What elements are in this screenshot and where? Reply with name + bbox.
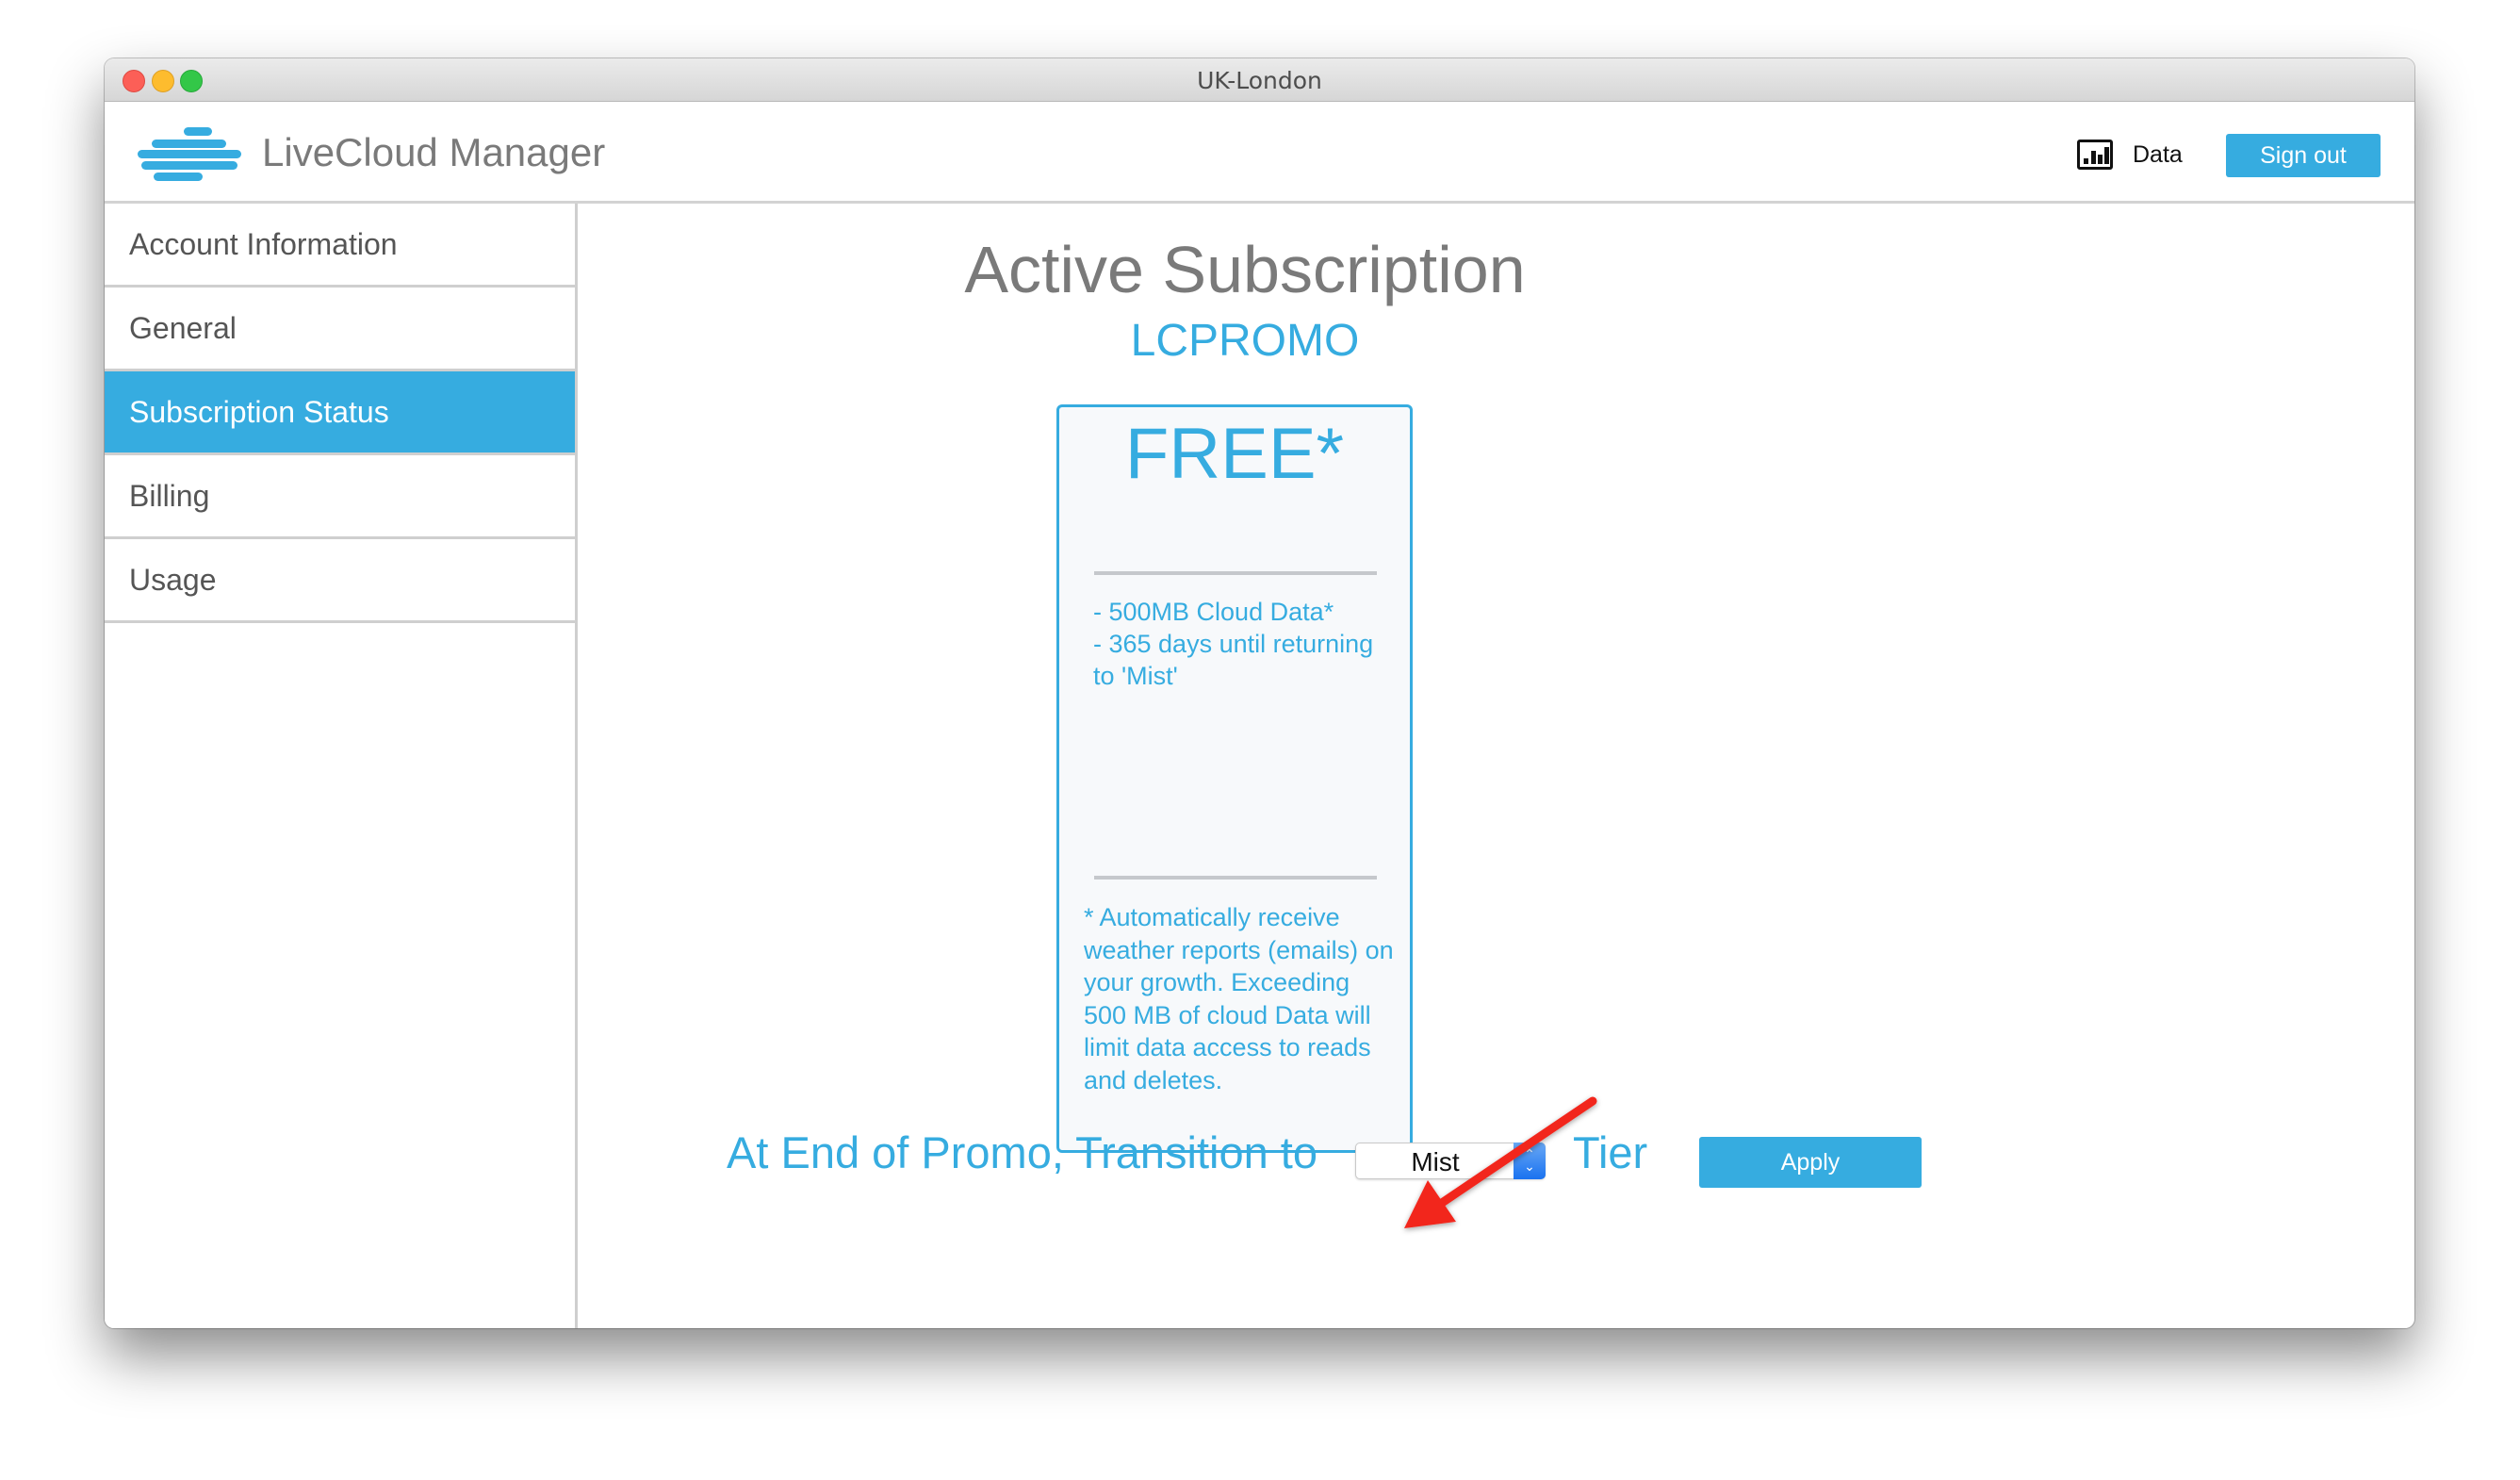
plan-card: FREE* - 500MB Cloud Data* - 365 days unt… <box>1056 404 1413 1153</box>
sign-out-button[interactable]: Sign out <box>2226 134 2381 177</box>
plan-features: - 500MB Cloud Data* - 365 days until ret… <box>1093 596 1385 692</box>
tier-suffix-label: Tier <box>1573 1127 1648 1177</box>
app-window: UK-London LiveCloud Manager Data Sign ou… <box>105 58 2414 1328</box>
sidebar-item-account-information[interactable]: Account Information <box>105 204 575 288</box>
main-content: Active Subscription LCPROMO FREE* - 500M… <box>578 204 2414 1328</box>
tier-select-value: Mist <box>1411 1147 1460 1176</box>
app-name: LiveCloud Manager <box>262 130 606 174</box>
transition-label: At End of Promo, Transition to <box>727 1127 1317 1177</box>
sidebar-item-subscription-status[interactable]: Subscription Status <box>105 371 575 455</box>
window-title: UK-London <box>1197 67 1322 94</box>
card-divider <box>1094 876 1377 880</box>
sidebar-item-usage[interactable]: Usage <box>105 539 575 623</box>
plan-price: FREE* <box>1124 414 1345 494</box>
page-title: Active Subscription <box>964 233 1526 306</box>
plan-feature: - 500MB Cloud Data* <box>1093 598 1334 626</box>
data-link-label: Data <box>2133 140 2183 168</box>
sidebar-item-billing[interactable]: Billing <box>105 455 575 539</box>
data-link[interactable]: Data <box>2077 138 2183 172</box>
apply-button[interactable]: Apply <box>1699 1137 1922 1188</box>
title-bar: UK-London <box>105 58 2414 102</box>
sidebar: Account Information General Subscription… <box>105 204 578 1328</box>
plan-footnote: * Automatically receive weather reports … <box>1084 903 1394 1094</box>
tier-select[interactable]: Mist ⌃ ⌄ <box>1355 1143 1546 1179</box>
app-header: LiveCloud Manager Data Sign out <box>105 102 2414 204</box>
card-divider <box>1094 571 1377 575</box>
bar-chart-icon <box>2077 140 2113 170</box>
plan-code: LCPROMO <box>1130 316 1360 366</box>
plan-feature: - 365 days until returning to 'Mist' <box>1093 630 1374 690</box>
livecloud-logo-icon <box>138 127 243 184</box>
select-stepper-icon: ⌃ ⌄ <box>1514 1143 1546 1179</box>
sidebar-item-general[interactable]: General <box>105 288 575 371</box>
